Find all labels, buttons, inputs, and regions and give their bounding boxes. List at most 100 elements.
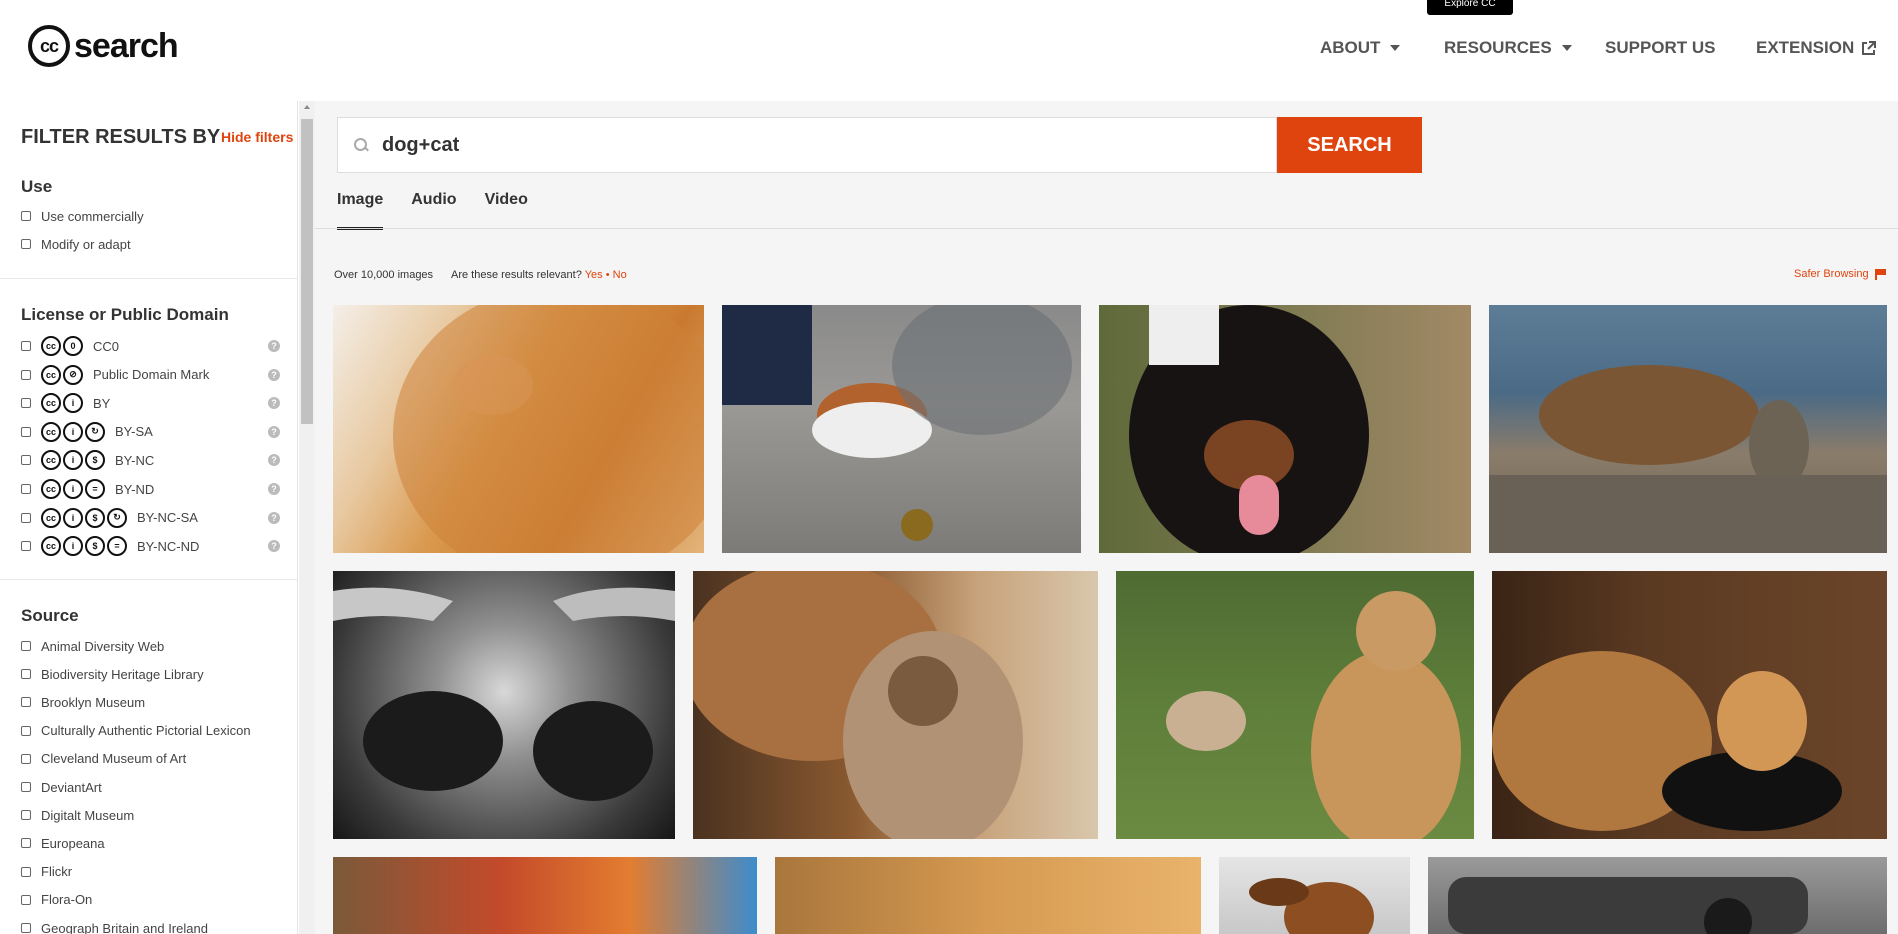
source-filter-item[interactable]: Flickr	[21, 863, 72, 881]
license-icons: cc 0	[41, 336, 83, 356]
help-icon[interactable]: ?	[268, 340, 280, 352]
search-icon	[354, 138, 368, 152]
source-filter-item[interactable]: Europeana	[21, 834, 105, 852]
result-image[interactable]	[775, 857, 1201, 934]
license-by-icon: i	[63, 479, 83, 499]
help-icon[interactable]: ?	[268, 540, 280, 553]
source-filter-item[interactable]: DeviantArt	[21, 778, 102, 796]
sidebar-scrollbar[interactable]	[299, 101, 315, 934]
relevance-yes-link[interactable]: Yes	[585, 269, 603, 281]
tab-video[interactable]: Video	[485, 191, 528, 230]
relevance-no-link[interactable]: No	[613, 269, 627, 281]
checkbox[interactable]	[21, 810, 31, 821]
help-icon[interactable]: ?	[268, 425, 280, 438]
help-icon[interactable]: ?	[268, 454, 280, 467]
cc-search-logo[interactable]: cc search	[28, 25, 179, 67]
license-filter-item[interactable]: cc 0 CC0	[21, 336, 119, 356]
checkbox[interactable]	[21, 512, 31, 523]
result-image[interactable]	[1099, 305, 1471, 553]
license-icons: cc ⊘	[41, 364, 83, 385]
filter-modify-adapt[interactable]: Modify or adapt	[21, 235, 131, 253]
nav-extension[interactable]: EXTENSION	[1756, 38, 1877, 58]
license-filter-item[interactable]: cc ⊘ Public Domain Mark	[21, 364, 209, 385]
checkbox[interactable]	[21, 753, 31, 764]
license-icons: cc i $	[41, 450, 105, 471]
license-filter-item[interactable]: cc i = BY-ND	[21, 479, 154, 499]
license-nc-icon: $	[85, 536, 105, 557]
result-image[interactable]	[333, 857, 757, 934]
help-icon[interactable]: ?	[268, 483, 280, 495]
cc-logo-icon: cc	[28, 25, 70, 67]
license-cc-icon: cc	[41, 421, 61, 442]
checkbox[interactable]	[21, 398, 31, 409]
source-filter-item[interactable]: Culturally Authentic Pictorial Lexicon	[21, 722, 251, 740]
result-image[interactable]	[1116, 571, 1474, 839]
tab-image[interactable]: Image	[337, 191, 384, 230]
license-filter-item[interactable]: cc i $ ↻ BY-NC-SA	[21, 507, 198, 528]
checkbox[interactable]	[21, 211, 31, 221]
checkbox[interactable]	[21, 838, 31, 849]
dog-cat-rocks-image	[1489, 365, 1887, 553]
license-nc-icon: $	[85, 507, 105, 528]
source-filter-item[interactable]: Cleveland Museum of Art	[21, 750, 186, 768]
checkbox[interactable]	[21, 455, 31, 466]
scroll-up-arrow-icon[interactable]	[304, 105, 310, 109]
license-filter-item[interactable]: cc i ↻ BY-SA	[21, 421, 153, 442]
checkbox[interactable]	[21, 866, 31, 877]
logo-text: search	[74, 26, 179, 65]
source-filter-item[interactable]: Biodiversity Heritage Library	[21, 665, 204, 683]
checkbox[interactable]	[21, 697, 31, 708]
source-filter-item[interactable]: Digitalt Museum	[21, 806, 134, 824]
result-image[interactable]	[1428, 857, 1887, 934]
license-0-icon: 0	[63, 336, 83, 356]
result-image[interactable]	[1489, 305, 1887, 553]
source-filter-item[interactable]: Animal Diversity Web	[21, 637, 164, 655]
checkbox[interactable]	[21, 894, 31, 905]
checkbox[interactable]	[21, 341, 31, 351]
license-filter-item[interactable]: cc i $ BY-NC	[21, 450, 154, 471]
filter-use-commercially[interactable]: Use commercially	[21, 207, 144, 225]
license-by-icon: i	[63, 393, 83, 414]
nav-support-us[interactable]: SUPPORT US	[1605, 38, 1716, 58]
checkbox[interactable]	[21, 369, 31, 380]
result-image[interactable]	[333, 571, 675, 839]
license-filter-item[interactable]: cc i BY	[21, 393, 110, 414]
safer-browsing[interactable]: Safer Browsing	[1794, 268, 1886, 280]
result-image[interactable]	[693, 571, 1098, 839]
search-input[interactable]: dog+cat	[337, 117, 1277, 173]
source-label: Flora-On	[41, 892, 93, 908]
result-image[interactable]	[722, 305, 1081, 553]
help-icon[interactable]: ?	[268, 397, 280, 410]
relevance-question: Are these results relevant?	[451, 269, 582, 281]
source-heading: Source	[21, 606, 79, 625]
source-filter-item[interactable]: Geograph Britain and Ireland	[21, 919, 208, 934]
nav-about-label: ABOUT	[1320, 38, 1381, 57]
checkbox[interactable]	[21, 669, 31, 680]
checkbox[interactable]	[21, 641, 31, 651]
scroll-thumb[interactable]	[301, 119, 313, 424]
result-image[interactable]	[1492, 571, 1887, 839]
help-icon[interactable]: ?	[268, 368, 280, 381]
checkbox[interactable]	[21, 725, 31, 736]
tab-audio[interactable]: Audio	[411, 191, 456, 230]
search-query[interactable]: dog+cat	[382, 134, 459, 157]
source-filter-item[interactable]: Flora-On	[21, 891, 92, 909]
result-image[interactable]	[333, 305, 704, 553]
license-cc-icon: cc	[41, 364, 61, 385]
search-button[interactable]: SEARCH	[1277, 117, 1422, 173]
hide-filters-link[interactable]: Hide filters	[221, 129, 293, 145]
checkbox[interactable]	[21, 426, 31, 437]
checkbox[interactable]	[21, 923, 31, 933]
header: cc search Explore CC ABOUT RESOURCES SUP…	[0, 0, 1898, 101]
checkbox[interactable]	[21, 484, 31, 494]
nav-about[interactable]: ABOUT	[1320, 38, 1401, 58]
result-image[interactable]	[1219, 857, 1410, 934]
checkbox[interactable]	[21, 239, 31, 249]
checkbox[interactable]	[21, 782, 31, 792]
help-icon[interactable]: ?	[268, 511, 280, 524]
nav-extension-label: EXTENSION	[1756, 38, 1855, 57]
source-filter-item[interactable]: Brooklyn Museum	[21, 693, 145, 711]
license-filter-item[interactable]: cc i $ = BY-NC-ND	[21, 536, 199, 557]
nav-resources[interactable]: RESOURCES	[1444, 38, 1572, 58]
checkbox[interactable]	[21, 541, 31, 552]
